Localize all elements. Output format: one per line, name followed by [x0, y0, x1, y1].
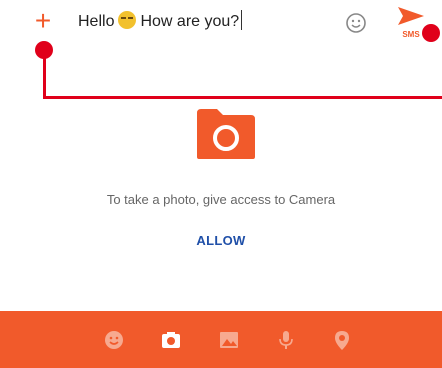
compose-bar: + Hello How are you? SMS — [0, 0, 442, 52]
message-text-after: How are you? — [140, 13, 240, 30]
gallery-icon[interactable] — [218, 329, 240, 351]
camera-permission-panel: To take a photo, give access to Camera A… — [0, 52, 442, 310]
emoji-picker-icon[interactable] — [345, 12, 367, 34]
location-icon[interactable] — [331, 329, 353, 351]
annotation-dot-right — [422, 24, 440, 42]
send-icon — [398, 7, 424, 25]
camera-folder-icon — [197, 109, 255, 159]
permission-message: To take a photo, give access to Camera — [106, 192, 336, 207]
attach-plus-button[interactable]: + — [30, 7, 56, 35]
microphone-icon[interactable] — [275, 329, 297, 351]
camera-icon[interactable] — [160, 329, 182, 351]
message-input[interactable]: Hello How are you? — [78, 10, 243, 34]
attachment-toolbar — [0, 311, 442, 368]
text-caret — [241, 10, 243, 30]
sticker-icon[interactable] — [103, 329, 125, 351]
message-text-before: Hello — [78, 13, 115, 30]
allow-button[interactable]: ALLOW — [186, 228, 256, 254]
grinning-face-emoji-icon — [118, 11, 137, 29]
